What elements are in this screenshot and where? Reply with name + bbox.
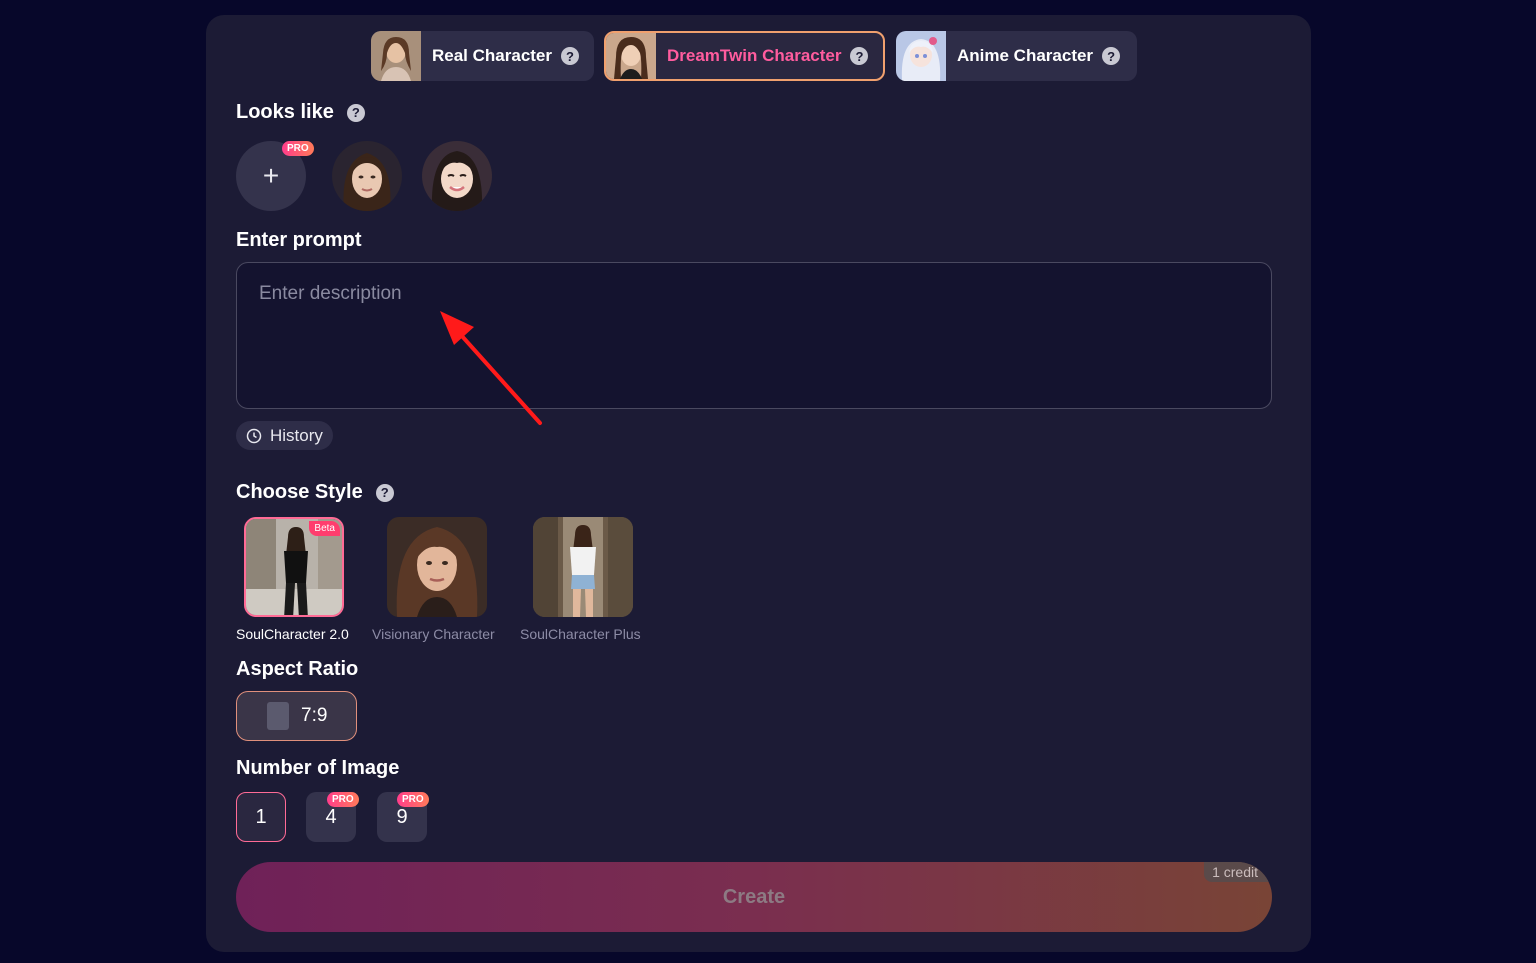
help-icon[interactable]: ? bbox=[346, 103, 365, 122]
choose-style-label: Choose Style bbox=[236, 481, 363, 503]
style-soulcharacter-plus-image bbox=[533, 517, 633, 617]
choose-style-heading: Choose Style ? bbox=[236, 481, 394, 504]
help-icon[interactable]: ? bbox=[850, 47, 869, 65]
tab-label: DreamTwin Character bbox=[667, 46, 842, 65]
prompt-textarea[interactable] bbox=[237, 263, 1271, 408]
create-button[interactable]: Create 1 credit bbox=[236, 862, 1272, 932]
tab-anime-character[interactable]: Anime Character ? bbox=[896, 31, 1137, 81]
dreamtwin-character-thumbnail bbox=[606, 33, 656, 79]
face-option-2[interactable] bbox=[422, 141, 492, 211]
tab-real-character[interactable]: Real Character ? bbox=[371, 31, 594, 81]
looks-like-label: Looks like bbox=[236, 101, 334, 123]
number-of-image-heading: Number of Image bbox=[236, 757, 399, 780]
aspect-ratio-value: 7:9 bbox=[301, 705, 328, 726]
help-icon[interactable]: ? bbox=[561, 47, 580, 65]
enter-prompt-label: Enter prompt bbox=[236, 229, 362, 251]
real-character-thumbnail bbox=[371, 31, 421, 81]
enter-prompt-heading: Enter prompt bbox=[236, 229, 362, 252]
pro-badge: PRO bbox=[397, 792, 429, 807]
image-count-1[interactable]: 1 bbox=[236, 792, 286, 842]
aspect-ratio-button[interactable]: 7:9 bbox=[236, 691, 357, 741]
tab-dreamtwin-character[interactable]: DreamTwin Character ? bbox=[604, 31, 885, 81]
style-label-soulcharacter-2: SoulCharacter 2.0 bbox=[236, 626, 349, 642]
aspect-ratio-icon bbox=[267, 702, 289, 730]
plus-icon: + bbox=[262, 160, 280, 191]
face-2-image bbox=[422, 141, 492, 211]
clock-icon bbox=[246, 428, 262, 443]
style-label-soulcharacter-plus: SoulCharacter Plus bbox=[520, 626, 641, 642]
style-label-visionary-character: Visionary Character bbox=[372, 626, 495, 642]
image-count-label: 4 bbox=[325, 805, 337, 828]
anime-character-thumbnail bbox=[896, 31, 946, 81]
tab-label: Anime Character bbox=[957, 46, 1094, 65]
help-icon[interactable]: ? bbox=[1102, 47, 1121, 65]
prompt-field[interactable] bbox=[236, 262, 1272, 409]
style-card-soulcharacter-2[interactable]: Beta bbox=[244, 517, 344, 617]
style-visionary-character-image bbox=[387, 517, 487, 617]
character-generator-panel: Real Character ? DreamTwin Character ? A… bbox=[206, 15, 1311, 952]
history-label: History bbox=[270, 425, 323, 445]
style-card-visionary-character[interactable] bbox=[387, 517, 487, 617]
aspect-ratio-heading: Aspect Ratio bbox=[236, 658, 358, 681]
aspect-ratio-label: Aspect Ratio bbox=[236, 658, 359, 680]
help-icon[interactable]: ? bbox=[375, 483, 394, 502]
image-count-label: 9 bbox=[396, 805, 408, 828]
face-1-image bbox=[332, 141, 402, 211]
beta-badge: Beta bbox=[309, 521, 340, 536]
credit-badge: 1 credit bbox=[1204, 862, 1272, 882]
tab-label: Real Character bbox=[432, 46, 553, 65]
create-label: Create bbox=[722, 885, 786, 908]
looks-like-heading: Looks like ? bbox=[236, 101, 365, 124]
number-of-image-label: Number of Image bbox=[236, 757, 400, 779]
face-option-1[interactable] bbox=[332, 141, 402, 211]
image-count-label: 1 bbox=[255, 805, 267, 828]
annotation-arrow-icon bbox=[440, 311, 542, 425]
style-card-soulcharacter-plus[interactable] bbox=[533, 517, 633, 617]
history-button[interactable]: History bbox=[236, 421, 333, 450]
pro-badge: PRO bbox=[327, 792, 359, 807]
pro-badge: PRO bbox=[282, 141, 314, 156]
